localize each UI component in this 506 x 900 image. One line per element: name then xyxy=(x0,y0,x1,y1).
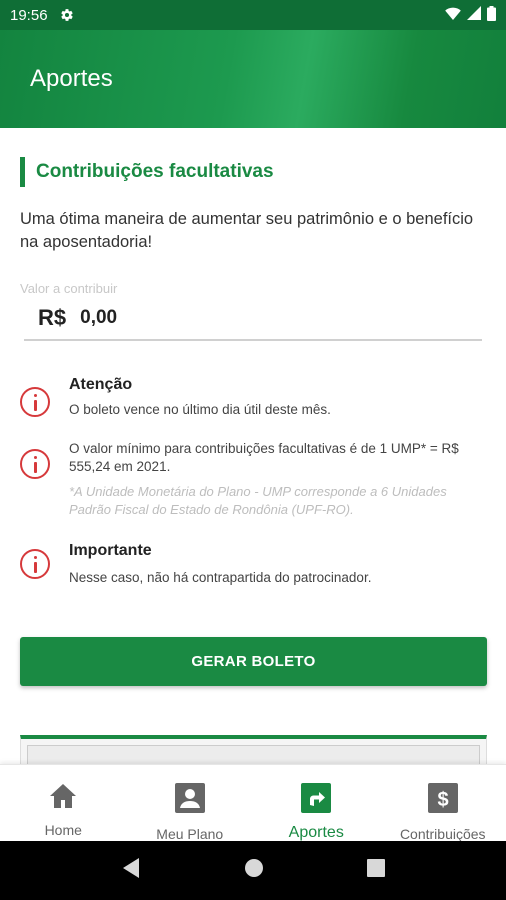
section-heading: Contribuições facultativas xyxy=(20,157,274,187)
recents-icon[interactable] xyxy=(366,859,385,882)
generate-boleto-button[interactable]: GERAR BOLETO xyxy=(20,637,487,686)
status-time: 19:56 xyxy=(10,6,48,24)
value-input[interactable]: R$ 0,00 xyxy=(24,296,482,341)
notice-attention: Atenção O boleto vence no último dia úti… xyxy=(20,372,490,422)
person-icon xyxy=(174,783,205,818)
notice-title: Atenção xyxy=(69,376,133,393)
svg-text:$: $ xyxy=(437,789,448,811)
dollar-icon: $ xyxy=(427,783,458,818)
signal-icon xyxy=(467,6,481,24)
nav-label: Meu Plano xyxy=(156,826,224,842)
nav-item-meu-plano[interactable]: Meu Plano xyxy=(127,765,254,842)
notice-footnote: *A Unidade Monetária do Plano - UMP corr… xyxy=(69,484,447,517)
value-field-label: Valor a contribuir xyxy=(20,281,118,296)
app-bar: Aportes xyxy=(0,30,506,128)
home-icon xyxy=(49,783,77,814)
alert-circle-icon xyxy=(20,549,50,579)
wifi-icon xyxy=(445,7,461,24)
home-circle-icon[interactable] xyxy=(244,858,264,883)
back-icon[interactable] xyxy=(121,857,141,884)
nav-item-aportes[interactable]: Aportes xyxy=(253,765,380,841)
nav-label: Aportes xyxy=(288,824,344,841)
notice-body: O valor mínimo para contribuições facult… xyxy=(69,441,459,474)
intro-text: Uma ótima maneira de aumentar seu patrim… xyxy=(20,210,474,251)
nav-item-home[interactable]: Home xyxy=(0,765,127,841)
notice-body: O boleto vence no último dia útil deste … xyxy=(69,402,331,417)
button-label: GERAR BOLETO xyxy=(191,653,316,670)
nav-item-contribuicoes[interactable]: $ Contribuições xyxy=(380,765,506,842)
gear-icon xyxy=(60,8,74,22)
alert-circle-icon xyxy=(20,449,50,479)
notice-minimum-value: O valor mínimo para contribuições facult… xyxy=(20,438,490,524)
battery-icon xyxy=(487,5,496,25)
share-arrow-icon xyxy=(301,783,332,818)
page-title: Aportes xyxy=(30,65,113,92)
main-content: Contribuições facultativas Uma ótima man… xyxy=(0,128,506,775)
notice-important: Importante Nesse caso, não há contrapart… xyxy=(20,538,490,593)
alert-circle-icon xyxy=(20,387,50,417)
system-navigation-bar xyxy=(0,841,506,900)
bottom-navigation: Home Meu Plano Aportes $ Contribuições xyxy=(0,764,506,842)
nav-label: Home xyxy=(44,822,82,838)
status-bar: 19:56 xyxy=(0,0,506,30)
notice-body: Nesse caso, não há contrapartida do patr… xyxy=(69,570,372,585)
notice-title: Importante xyxy=(69,542,152,559)
value-amount[interactable]: 0,00 xyxy=(80,307,117,329)
section-title: Contribuições facultativas xyxy=(36,161,274,182)
currency-prefix: R$ xyxy=(38,304,67,330)
nav-label: Contribuições xyxy=(399,826,486,842)
